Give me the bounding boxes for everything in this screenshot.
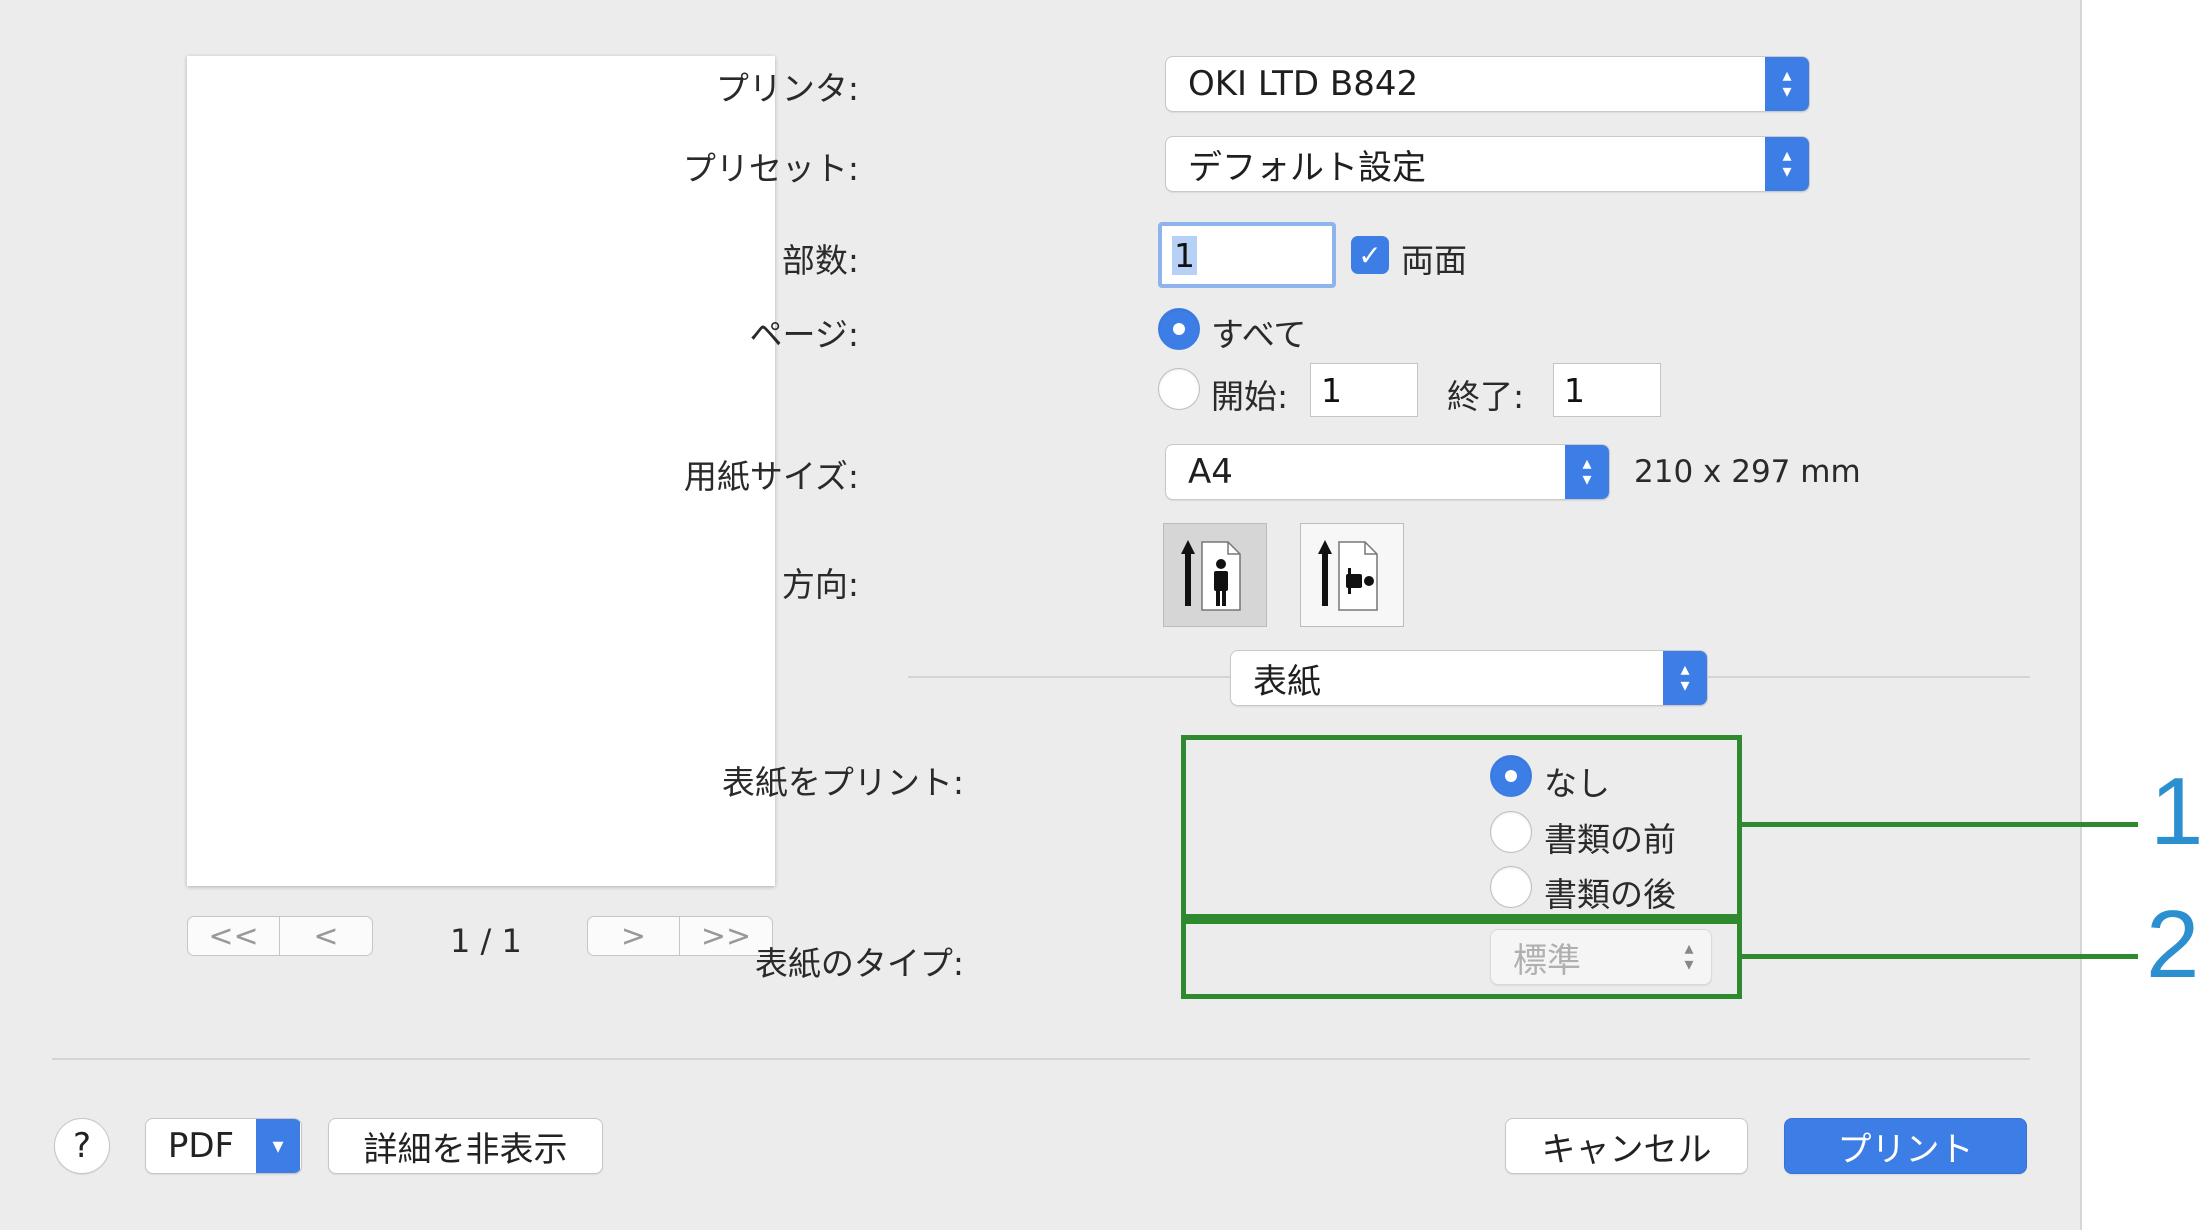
- duplex-checkbox[interactable]: ✓: [1351, 236, 1389, 274]
- footer-separator: [52, 1058, 2030, 1060]
- up-down-chevron-icon: ▴ ▾: [1565, 445, 1609, 499]
- cover-after-label: 書類の後: [1544, 875, 1676, 914]
- preview-nav-back-group: << <: [187, 916, 373, 956]
- page-indicator: 1 / 1: [450, 922, 522, 960]
- print-dialog: << < 1 / 1 > >> プリンタ: OKI LTD B842 ▴ ▾ プリ…: [0, 0, 2082, 1230]
- up-down-chevron-icon: ▴ ▾: [1684, 938, 1694, 975]
- up-down-chevron-icon: ▴ ▾: [1765, 137, 1809, 191]
- next-page-button[interactable]: >: [588, 917, 680, 955]
- printer-label: プリンタ:: [715, 69, 859, 108]
- print-button[interactable]: プリント: [1784, 1118, 2027, 1174]
- preset-label: プリセット:: [682, 149, 859, 188]
- landscape-orientation-icon: [1318, 540, 1378, 611]
- cover-before-radio[interactable]: [1490, 811, 1532, 853]
- pages-to-value: 1: [1564, 370, 1585, 410]
- up-down-chevron-icon: ▴ ▾: [1663, 651, 1707, 705]
- printer-popup[interactable]: OKI LTD B842 ▴ ▾: [1165, 56, 1810, 112]
- pages-from-value: 1: [1321, 370, 1342, 410]
- portrait-orientation-button[interactable]: [1163, 523, 1267, 627]
- paper-dimensions: 210 x 297 mm: [1634, 454, 1861, 490]
- previous-page-button[interactable]: <: [280, 917, 372, 955]
- copies-field[interactable]: 1: [1158, 222, 1336, 288]
- cover-type-popup[interactable]: 標準 ▴ ▾: [1490, 929, 1712, 985]
- cancel-button[interactable]: キャンセル: [1505, 1118, 1748, 1174]
- callout-line-2: [1742, 954, 2138, 959]
- section-popup[interactable]: 表紙 ▴ ▾: [1230, 650, 1708, 706]
- paper-size-label: 用紙サイズ:: [683, 457, 859, 496]
- section-popup-value: 表紙: [1253, 661, 1321, 702]
- checkmark-icon: ✓: [1358, 238, 1382, 272]
- cover-none-label: なし: [1544, 764, 1610, 803]
- portrait-orientation-icon: [1181, 540, 1241, 611]
- pages-all-radio[interactable]: [1158, 308, 1200, 350]
- paper-size-popup[interactable]: A4 ▴ ▾: [1165, 444, 1610, 500]
- preset-popup[interactable]: デフォルト設定 ▴ ▾: [1165, 136, 1810, 192]
- hide-details-button[interactable]: 詳細を非表示: [328, 1118, 603, 1174]
- cover-before-label: 書類の前: [1544, 820, 1676, 859]
- pages-label: ページ:: [749, 315, 859, 354]
- up-down-chevron-icon: ▴ ▾: [1765, 57, 1809, 111]
- preview-nav-forward-group: > >>: [587, 916, 773, 956]
- duplex-label: 両面: [1401, 241, 1467, 280]
- copies-label: 部数:: [781, 241, 859, 280]
- orientation-label: 方向:: [781, 565, 859, 604]
- cover-print-label: 表紙をプリント:: [721, 763, 964, 802]
- cover-type-label: 表紙のタイプ:: [754, 944, 964, 983]
- pages-range-radio[interactable]: [1158, 368, 1200, 410]
- callout-number-1: 1: [2150, 758, 2203, 865]
- pages-from-field[interactable]: 1: [1310, 363, 1418, 417]
- pdf-label: PDF: [167, 1126, 235, 1166]
- landscape-orientation-button[interactable]: [1300, 523, 1404, 627]
- preset-value: デフォルト設定: [1188, 147, 1426, 188]
- copies-value: 1: [1172, 235, 1197, 275]
- pages-to-field[interactable]: 1: [1553, 363, 1661, 417]
- pages-from-label: 開始:: [1211, 377, 1289, 416]
- cover-none-radio[interactable]: [1490, 755, 1532, 797]
- callout-number-2: 2: [2146, 891, 2200, 998]
- pdf-button[interactable]: PDF ▾: [145, 1118, 302, 1174]
- chevron-down-icon: ▾: [256, 1119, 300, 1173]
- cover-type-value: 標準: [1513, 940, 1581, 981]
- pages-to-label: 終了:: [1447, 377, 1525, 416]
- cover-after-radio[interactable]: [1490, 866, 1532, 908]
- paper-size-value: A4: [1188, 452, 1233, 492]
- callout-line-1: [1742, 822, 2138, 827]
- first-page-button[interactable]: <<: [188, 917, 280, 955]
- help-button[interactable]: ?: [54, 1118, 110, 1174]
- printer-value: OKI LTD B842: [1188, 64, 1419, 104]
- pages-all-label: すべて: [1211, 315, 1307, 354]
